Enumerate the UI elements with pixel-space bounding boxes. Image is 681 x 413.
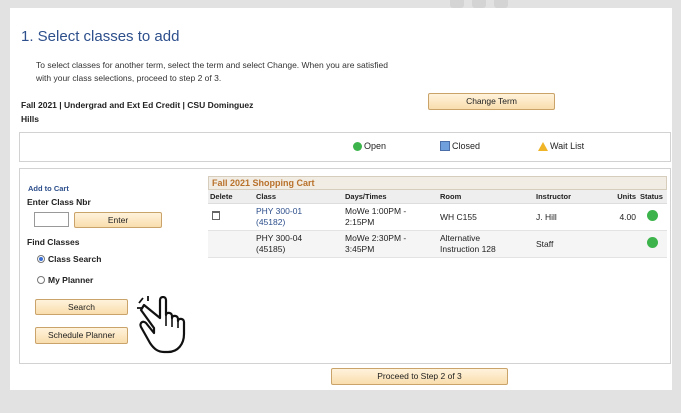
instructor-cell: J. Hill (534, 203, 604, 231)
shopping-cart: Fall 2021 Shopping Cart Delete Class Day… (208, 176, 667, 258)
column-header: Delete (208, 190, 254, 204)
search-button[interactable]: Search (35, 299, 128, 315)
change-term-button[interactable]: Change Term (428, 93, 555, 110)
room-line: Instruction 128 (440, 244, 496, 254)
instructions-line: To select classes for another term, sele… (36, 60, 388, 70)
term-line: Hills (21, 114, 39, 124)
enrollment-panel: 1. Select classes to add To select class… (10, 8, 672, 390)
main-area: Add to Cart Enter Class Nbr Enter Find C… (19, 168, 671, 364)
radio-unselected-icon[interactable] (37, 276, 45, 284)
term-label: Fall 2021 | Undergrad and Ext Ed Credit … (21, 98, 311, 126)
class-link[interactable]: PHY 300-01 (256, 206, 341, 217)
room-cell: WH C155 (438, 203, 534, 231)
enter-class-nbr-label: Enter Class Nbr (27, 197, 91, 207)
status-legend: Open Closed Wait List (19, 132, 671, 162)
class-search-label: Class Search (48, 254, 102, 264)
units-cell: 4.00 (604, 203, 638, 231)
my-planner-option[interactable]: My Planner (37, 275, 93, 285)
table-header-row: Delete Class Days/Times Room Instructor … (208, 190, 667, 204)
class-cell: PHY 300-01 (45182) (254, 203, 343, 231)
table-row: PHY 300-01 (45182) MoWe 1:00PM - 2:15PM … (208, 203, 667, 231)
control-icon (450, 0, 464, 8)
control-icon (494, 0, 508, 8)
instructor-cell: Staff (534, 230, 604, 258)
legend-waitlist-label: Wait List (550, 141, 585, 151)
days-times-line: 3:45PM (345, 244, 375, 254)
closed-status-icon (440, 141, 450, 151)
add-to-cart-heading: Add to Cart (28, 184, 69, 193)
hand-pointer-icon (137, 296, 186, 354)
class-nbr-link[interactable]: (45182) (256, 217, 341, 228)
legend-closed: Closed (440, 141, 480, 151)
legend-open: Open (353, 141, 386, 151)
legend-waitlist: Wait List (538, 141, 584, 151)
trash-icon[interactable] (212, 211, 220, 220)
column-header: Days/Times (343, 190, 438, 204)
column-header: Status (638, 190, 667, 204)
column-header: Units (604, 190, 638, 204)
legend-open-label: Open (364, 141, 387, 151)
radio-selected-icon[interactable] (37, 255, 45, 263)
class-nbr-input[interactable] (34, 212, 69, 227)
my-planner-label: My Planner (48, 275, 94, 285)
term-line: Fall 2021 | Undergrad and Ext Ed Credit … (21, 100, 254, 110)
open-status-icon (353, 141, 362, 151)
control-icon (472, 0, 486, 8)
status-cell (638, 203, 667, 231)
instructions: To select classes for another term, sele… (36, 59, 476, 85)
units-cell (604, 230, 638, 258)
page-title: 1. Select classes to add (21, 28, 180, 45)
days-times-line: MoWe 1:00PM - (345, 206, 407, 216)
waitlist-status-icon (538, 141, 548, 151)
room-cell: Alternative Instruction 128 (438, 230, 534, 258)
days-times-line: MoWe 2:30PM - (345, 233, 407, 243)
room-line: Alternative (440, 233, 481, 243)
status-cell (638, 230, 667, 258)
legend-closed-label: Closed (452, 141, 481, 151)
column-header: Room (438, 190, 534, 204)
window-controls (450, 0, 508, 8)
column-header: Instructor (534, 190, 604, 204)
instructions-line: with your class selections, proceed to s… (36, 73, 222, 83)
days-times-line: 2:15PM (345, 217, 375, 227)
shopping-cart-title: Fall 2021 Shopping Cart (208, 176, 667, 190)
enter-button[interactable]: Enter (74, 212, 162, 228)
days-times-cell: MoWe 2:30PM - 3:45PM (343, 230, 438, 258)
class-cell: PHY 300-04 (45185) (254, 230, 343, 258)
class-nbr-label: (45185) (256, 244, 286, 254)
open-status-icon (647, 237, 658, 248)
table-row: PHY 300-04 (45185) MoWe 2:30PM - 3:45PM … (208, 230, 667, 258)
delete-cell (208, 203, 254, 231)
class-search-option[interactable]: Class Search (37, 254, 101, 264)
days-times-cell: MoWe 1:00PM - 2:15PM (343, 203, 438, 231)
shopping-cart-table: Delete Class Days/Times Room Instructor … (208, 190, 667, 258)
proceed-step-2-button[interactable]: Proceed to Step 2 of 3 (331, 368, 508, 385)
open-status-icon (647, 210, 658, 221)
column-header: Class (254, 190, 343, 204)
room-line: WH C155 (440, 211, 477, 222)
schedule-planner-button[interactable]: Schedule Planner (35, 327, 128, 344)
class-label: PHY 300-04 (256, 233, 303, 243)
find-classes-label: Find Classes (27, 237, 80, 247)
delete-cell (208, 230, 254, 258)
